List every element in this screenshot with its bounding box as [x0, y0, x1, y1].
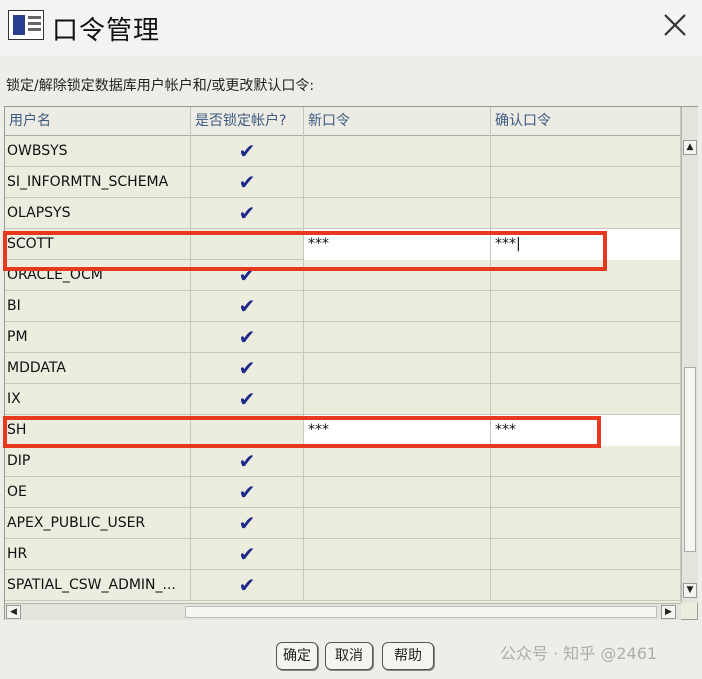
username-cell[interactable]: SI_INFORMTN_SCHEMA: [5, 167, 191, 198]
new-password-cell[interactable]: [304, 322, 491, 353]
ok-button[interactable]: 确定: [276, 642, 318, 670]
vertical-scrollbar[interactable]: ▲ ▼: [681, 107, 698, 603]
table-row[interactable]: BI ✔: [5, 291, 681, 322]
horizontal-scroll-thumb[interactable]: [185, 606, 657, 618]
confirm-password-cell[interactable]: [491, 477, 681, 508]
locked-checkbox-cell[interactable]: ✔: [191, 136, 304, 167]
new-password-cell[interactable]: [304, 353, 491, 384]
new-password-cell[interactable]: [304, 198, 491, 229]
username-cell[interactable]: ORACLE_OCM: [5, 260, 191, 291]
scroll-left-icon[interactable]: ◀: [6, 605, 21, 619]
app-icon: [8, 10, 44, 40]
username-cell[interactable]: BI: [5, 291, 191, 322]
locked-checkbox-cell[interactable]: ✔: [191, 508, 304, 539]
confirm-password-cell[interactable]: [491, 570, 681, 601]
username-cell[interactable]: APEX_PUBLIC_USER: [5, 508, 191, 539]
username-cell[interactable]: HR: [5, 539, 191, 570]
confirm-password-cell[interactable]: [491, 322, 681, 353]
confirm-password-cell[interactable]: ***|: [491, 229, 681, 260]
new-password-cell[interactable]: ***: [304, 229, 491, 260]
scroll-right-icon[interactable]: ▶: [661, 605, 676, 619]
table-header: 用户名 是否锁定帐户? 新口令 确认口令: [5, 107, 681, 136]
confirm-password-cell[interactable]: [491, 260, 681, 291]
confirm-password-cell[interactable]: [491, 508, 681, 539]
locked-checkbox-cell[interactable]: ✔: [191, 167, 304, 198]
locked-checkbox-cell[interactable]: ✔: [191, 353, 304, 384]
user-password-table: 用户名 是否锁定帐户? 新口令 确认口令 OWBSYS ✔ SI_INFORMTN_…: [3, 106, 698, 620]
username-cell[interactable]: OE: [5, 477, 191, 508]
locked-checkbox-cell[interactable]: ✔: [191, 260, 304, 291]
confirm-password-cell[interactable]: [491, 353, 681, 384]
table-row[interactable]: APEX_PUBLIC_USER ✔: [5, 508, 681, 539]
column-header-locked[interactable]: 是否锁定帐户?: [191, 107, 304, 136]
table-row[interactable]: SI_INFORMTN_SCHEMA ✔: [5, 167, 681, 198]
table-row[interactable]: SPATIAL_CSW_ADMIN_... ✔: [5, 570, 681, 601]
table-row[interactable]: SH *** ***: [5, 415, 681, 446]
confirm-password-cell[interactable]: [491, 167, 681, 198]
username-cell[interactable]: OWBSYS: [5, 136, 191, 167]
table-row[interactable]: HR ✔: [5, 539, 681, 570]
locked-checkbox-cell[interactable]: [191, 229, 304, 260]
confirm-password-cell[interactable]: [491, 198, 681, 229]
new-password-cell[interactable]: [304, 477, 491, 508]
table-row[interactable]: SCOTT *** ***|: [5, 229, 681, 260]
username-cell[interactable]: DIP: [5, 446, 191, 477]
table-row[interactable]: OLAPSYS ✔: [5, 198, 681, 229]
confirm-password-cell[interactable]: [491, 446, 681, 477]
new-password-cell[interactable]: [304, 384, 491, 415]
cancel-button[interactable]: 取消: [325, 642, 373, 670]
table-row[interactable]: DIP ✔: [5, 446, 681, 477]
username-cell[interactable]: MDDATA: [5, 353, 191, 384]
new-password-cell[interactable]: [304, 136, 491, 167]
locked-checkbox-cell[interactable]: ✔: [191, 446, 304, 477]
confirm-password-cell[interactable]: [491, 291, 681, 322]
username-cell[interactable]: PM: [5, 322, 191, 353]
table-row[interactable]: OE ✔: [5, 477, 681, 508]
locked-checkbox-cell[interactable]: ✔: [191, 477, 304, 508]
instruction-text: 锁定/解除锁定数据库用户帐户和/或更改默认口令:: [6, 78, 315, 94]
locked-checkbox-cell[interactable]: ✔: [191, 570, 304, 601]
username-cell[interactable]: OLAPSYS: [5, 198, 191, 229]
table-row[interactable]: OWBSYS ✔: [5, 136, 681, 167]
confirm-password-cell[interactable]: ***: [491, 415, 681, 446]
username-cell[interactable]: SCOTT: [5, 229, 191, 260]
locked-checkbox-cell[interactable]: ✔: [191, 322, 304, 353]
locked-checkbox-cell[interactable]: ✔: [191, 198, 304, 229]
table-row[interactable]: MDDATA ✔: [5, 353, 681, 384]
table-row[interactable]: PM ✔: [5, 322, 681, 353]
confirm-password-cell[interactable]: [491, 136, 681, 167]
horizontal-scrollbar[interactable]: ◀ ▶: [5, 603, 681, 620]
column-header-confirm-password[interactable]: 确认口令: [491, 107, 681, 136]
locked-checkbox-cell[interactable]: ✔: [191, 291, 304, 322]
locked-checkbox-cell[interactable]: ✔: [191, 539, 304, 570]
help-button[interactable]: 帮助: [382, 642, 434, 670]
column-header-username[interactable]: 用户名: [5, 107, 191, 136]
table-row[interactable]: ORACLE_OCM ✔: [5, 260, 681, 291]
username-cell[interactable]: SPATIAL_CSW_ADMIN_...: [5, 570, 191, 601]
table-row[interactable]: IX ✔: [5, 384, 681, 415]
title-bar: 口令管理: [0, 0, 702, 56]
new-password-cell[interactable]: [304, 167, 491, 198]
new-password-cell[interactable]: [304, 539, 491, 570]
table-body: OWBSYS ✔ SI_INFORMTN_SCHEMA ✔ OLAPSYS ✔ SCOTT *…: [5, 136, 681, 603]
new-password-cell[interactable]: [304, 446, 491, 477]
scroll-up-icon[interactable]: ▲: [683, 140, 697, 155]
close-icon[interactable]: [662, 12, 688, 38]
confirm-password-cell[interactable]: [491, 384, 681, 415]
scroll-down-icon[interactable]: ▼: [683, 583, 697, 598]
confirm-password-cell[interactable]: [491, 539, 681, 570]
new-password-cell[interactable]: [304, 291, 491, 322]
username-cell[interactable]: SH: [5, 415, 191, 446]
window-title: 口令管理: [52, 16, 161, 46]
locked-checkbox-cell[interactable]: ✔: [191, 384, 304, 415]
locked-checkbox-cell[interactable]: [191, 415, 304, 446]
new-password-cell[interactable]: ***: [304, 415, 491, 446]
username-cell[interactable]: IX: [5, 384, 191, 415]
new-password-cell[interactable]: [304, 260, 491, 291]
new-password-cell[interactable]: [304, 508, 491, 539]
watermark: 公众号 · 知乎 @2461: [500, 644, 658, 663]
new-password-cell[interactable]: [304, 570, 491, 601]
column-header-new-password[interactable]: 新口令: [304, 107, 491, 136]
vertical-scroll-thumb[interactable]: [684, 367, 696, 552]
